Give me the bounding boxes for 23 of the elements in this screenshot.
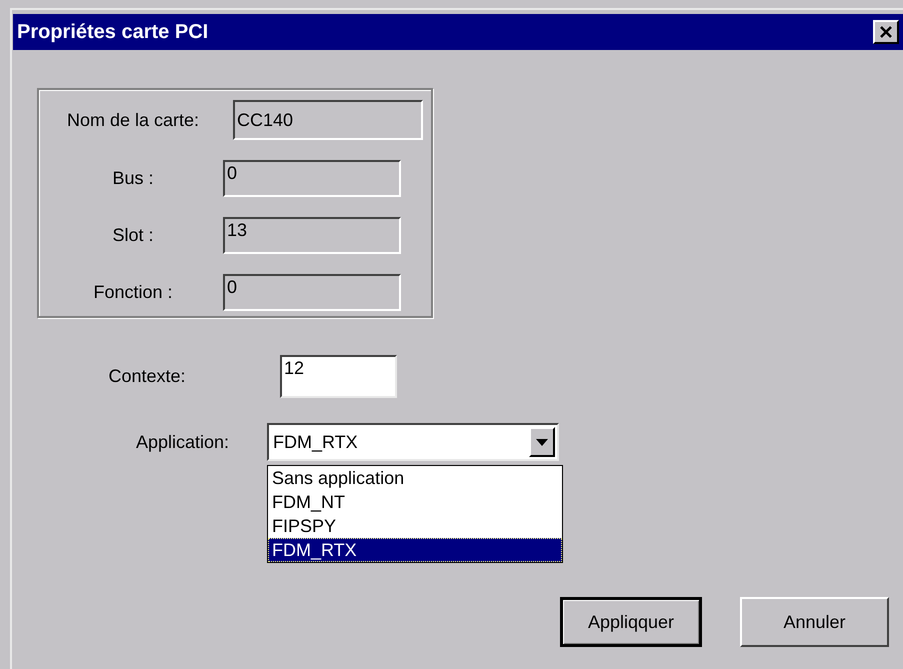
field-label: Contexte:	[107, 366, 187, 387]
readonly-field[interactable]: CC140	[233, 100, 423, 140]
dropdown-button[interactable]	[529, 427, 555, 457]
input-field[interactable]: 12	[280, 355, 397, 398]
dropdown[interactable]: FDM_RTX	[267, 423, 559, 461]
apply-button[interactable]: Appliqquer	[560, 597, 702, 647]
window-title: Propriétes carte PCI	[17, 20, 208, 44]
field-label: Fonction :	[92, 282, 174, 303]
readonly-field[interactable]: 13	[223, 217, 401, 254]
cancel-button[interactable]: Annuler	[740, 597, 889, 647]
readonly-field[interactable]: 0	[223, 160, 401, 197]
readonly-field[interactable]: 0	[223, 274, 401, 311]
close-button[interactable]	[873, 20, 899, 44]
dropdown-option[interactable]: FIPSPY	[268, 514, 562, 538]
field-label: Bus :	[111, 168, 155, 189]
close-icon	[879, 26, 893, 38]
dropdown-option[interactable]: Sans application	[268, 466, 562, 490]
caret-icon	[536, 438, 548, 446]
dropdown-option[interactable]: FDM_NT	[268, 490, 562, 514]
field-label: Slot :	[111, 225, 155, 246]
field-label: Application:	[134, 432, 230, 452]
field-label: Nom de la carte:	[66, 110, 200, 130]
dropdown-option[interactable]: FDM_RTX	[268, 538, 562, 562]
